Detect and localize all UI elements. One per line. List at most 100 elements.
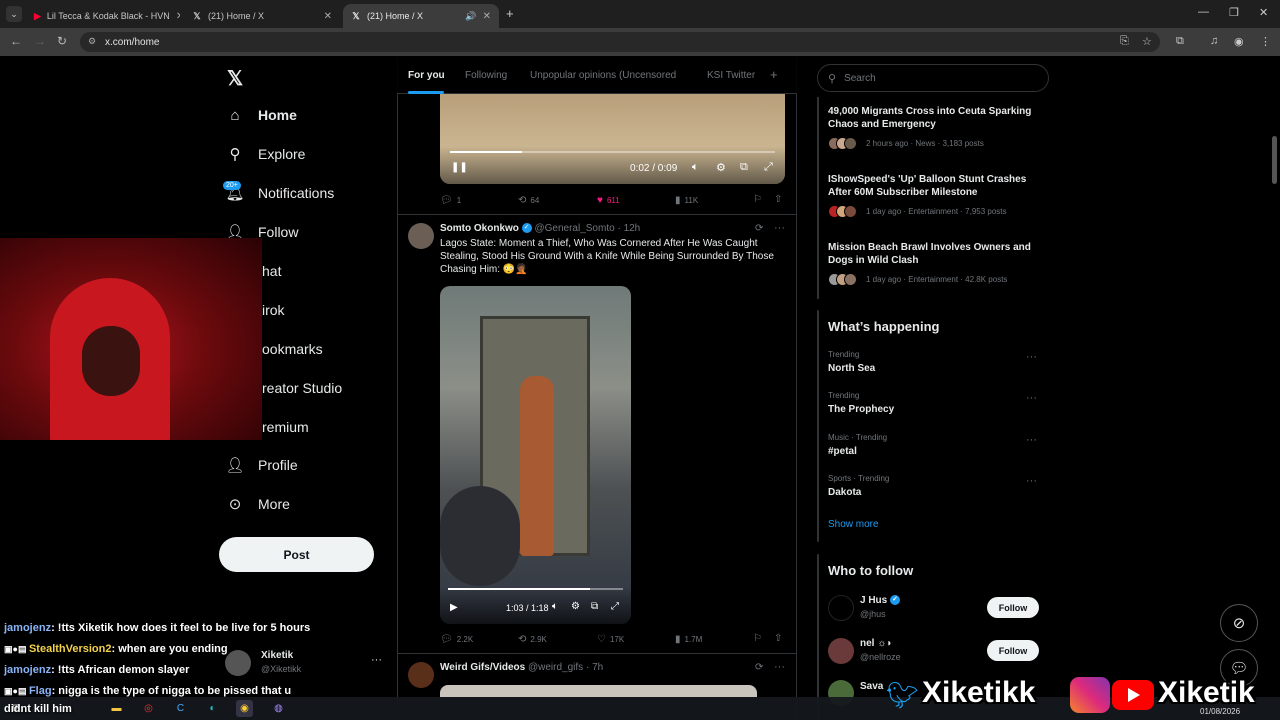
volume-icon[interactable]: 🔈︎ (692, 161, 699, 174)
repost-button[interactable]: ⟲ 64 (518, 195, 539, 206)
browser-tab-x-active[interactable]: 𝕏 (21) Home / X 🔊 ✕ (343, 4, 499, 28)
nav-home[interactable]: ⌂ Home (226, 106, 296, 124)
bookmark-icon[interactable]: ⚐ (753, 633, 762, 644)
more-icon[interactable]: ··· (774, 222, 785, 234)
speaker-icon[interactable]: 🔊 (465, 11, 476, 22)
news-title[interactable]: Mission Beach Brawl Involves Owners and … (828, 241, 1043, 267)
page-scrollbar[interactable] (1272, 136, 1277, 184)
tweet-video[interactable]: ❚❚ 0:02 / 0:09 🔈︎ ⚙ ⧉ ⤢ (440, 94, 785, 184)
views-button[interactable]: ▮ 1.7M (675, 634, 702, 645)
close-tab-icon[interactable]: ✕ (176, 11, 180, 22)
video-progress-bar[interactable] (450, 151, 775, 153)
show-more-link[interactable]: Show more (828, 519, 879, 530)
profile-icon[interactable]: ◉ (1234, 35, 1244, 48)
back-icon[interactable]: ← (10, 34, 22, 48)
avatar[interactable] (408, 223, 434, 249)
avatar[interactable] (828, 638, 854, 664)
close-window-icon[interactable]: ✕ (1259, 6, 1268, 19)
author-name[interactable]: Weird Gifs/Videos (440, 662, 525, 673)
search-input[interactable]: ⚲ Search (817, 64, 1049, 92)
follow-button[interactable]: Follow (987, 597, 1039, 618)
nav-bookmarks[interactable]: ookmarks (262, 341, 323, 357)
video-progress-bar[interactable] (448, 588, 623, 590)
nav-grok[interactable]: irok (262, 302, 285, 318)
volume-icon[interactable]: 🔈︎ (552, 601, 558, 612)
pip-icon[interactable]: ⧉ (591, 601, 598, 612)
follow-button[interactable]: Follow (987, 640, 1039, 661)
settings-icon[interactable]: ⚙ (571, 601, 580, 612)
repost-button[interactable]: ⟲ 2.9K (518, 634, 547, 645)
app-icon[interactable]: ◎ (140, 700, 157, 717)
edge-icon[interactable]: ◐ (204, 700, 221, 717)
share-icon[interactable]: ⇧ (774, 633, 782, 644)
tweet-time[interactable]: 12h (624, 223, 641, 234)
reload-icon[interactable]: ↻ (57, 34, 67, 48)
bookmark-icon[interactable]: ⚐ (753, 194, 762, 205)
site-info-icon[interactable]: ⚙ (88, 36, 96, 47)
nav-more[interactable]: ⊙ More (226, 495, 290, 513)
more-icon[interactable]: ··· (774, 661, 785, 673)
more-icon[interactable]: ··· (1026, 475, 1037, 487)
bookmark-star-icon[interactable]: ☆ (1142, 35, 1152, 48)
more-icon[interactable]: ··· (1026, 434, 1037, 446)
account-switcher[interactable]: Xiketik @Xiketikk ··· (225, 648, 385, 678)
trend-name[interactable]: #petal (828, 446, 857, 457)
suggestion-name[interactable]: nel ☼◗ (860, 638, 892, 649)
nav-premium[interactable]: remium (262, 419, 309, 435)
like-button[interactable]: ♡ 17K (597, 634, 624, 645)
play-icon[interactable]: ▶ (450, 602, 458, 613)
browser-tab-x[interactable]: 𝕏 (21) Home / X ✕ (184, 4, 340, 28)
author-handle[interactable]: @weird_gifs (528, 662, 583, 673)
close-tab-icon[interactable]: ✕ (324, 11, 332, 22)
grok-icon[interactable]: ⟳ (755, 223, 763, 234)
extensions-icon[interactable]: ⧉ (1176, 35, 1184, 48)
add-tab-icon[interactable]: + (770, 67, 778, 82)
suggestion-name[interactable]: J Hus ✓ (860, 595, 901, 606)
tweet-video[interactable]: ▶ 1:03 / 1:18 🔈︎ ⚙ ⧉ ⤢ (440, 286, 631, 624)
suggestion-name[interactable]: Sava (860, 681, 883, 692)
views-button[interactable]: ▮ 11K (675, 195, 698, 206)
reply-button[interactable]: 💬︎ 1 (440, 195, 461, 206)
restore-icon[interactable]: ❐ (1229, 6, 1239, 19)
post-button[interactable]: Post (219, 537, 374, 572)
fullscreen-icon[interactable]: ⤢ (764, 161, 773, 174)
nav-notifications[interactable]: 🔔︎ Notifications (225, 184, 334, 202)
obs-icon[interactable]: ◍ (270, 700, 287, 717)
more-icon[interactable]: ··· (1026, 392, 1037, 404)
author-handle[interactable]: @General_Somto (534, 223, 614, 234)
tweet-media-preview[interactable] (440, 685, 757, 697)
news-title[interactable]: 49,000 Migrants Cross into Ceuta Sparkin… (828, 105, 1043, 131)
avatar[interactable] (828, 595, 854, 621)
news-title[interactable]: IShowSpeed's 'Up' Balloon Stunt Crashes … (828, 173, 1043, 199)
like-button[interactable]: ♥ 611 (597, 195, 620, 206)
tab-following[interactable]: Following (465, 70, 507, 81)
avatar[interactable] (408, 662, 434, 688)
minimize-icon[interactable]: — (1198, 6, 1209, 18)
forward-icon[interactable]: → (34, 34, 46, 48)
pause-icon[interactable]: ❚❚ (451, 162, 468, 173)
more-icon[interactable]: ··· (1026, 351, 1037, 363)
nav-creator-studio[interactable]: reator Studio (262, 380, 342, 396)
trend-name[interactable]: The Prophecy (828, 404, 894, 415)
install-app-icon[interactable]: ⎘ (1120, 35, 1129, 48)
browser-tab-youtube[interactable]: ▶ Lil Tecca & Kodak Black - HVN ✕ (26, 4, 180, 28)
share-icon[interactable]: ⇧ (774, 194, 782, 205)
nav-profile[interactable]: 👤︎ Profile (225, 456, 297, 474)
author-name[interactable]: Somto Okonkwo (440, 223, 519, 234)
tab-search-button[interactable]: ⌄ (6, 6, 22, 22)
tab-ksi-twitter[interactable]: KSI Twitter (707, 70, 755, 81)
tab-unpopular-opinions[interactable]: Unpopular opinions (Uncensored (530, 70, 676, 81)
pip-icon[interactable]: ⧉ (740, 161, 748, 174)
chrome-icon[interactable]: ◉ (236, 700, 253, 717)
menu-icon[interactable]: ⋮ (1260, 35, 1271, 48)
tweet-time[interactable]: 7h (592, 662, 603, 673)
nav-explore[interactable]: ⚲ Explore (226, 145, 306, 163)
settings-icon[interactable]: ⚙ (716, 161, 726, 174)
close-tab-icon[interactable]: ✕ (483, 11, 491, 22)
trend-name[interactable]: North Sea (828, 363, 875, 374)
fullscreen-icon[interactable]: ⤢ (611, 601, 619, 612)
media-controls-icon[interactable]: ♫ (1210, 35, 1218, 47)
grok-icon[interactable]: ⟳ (755, 662, 763, 673)
trend-name[interactable]: Dakota (828, 487, 861, 498)
tab-for-you[interactable]: For you (408, 70, 445, 81)
